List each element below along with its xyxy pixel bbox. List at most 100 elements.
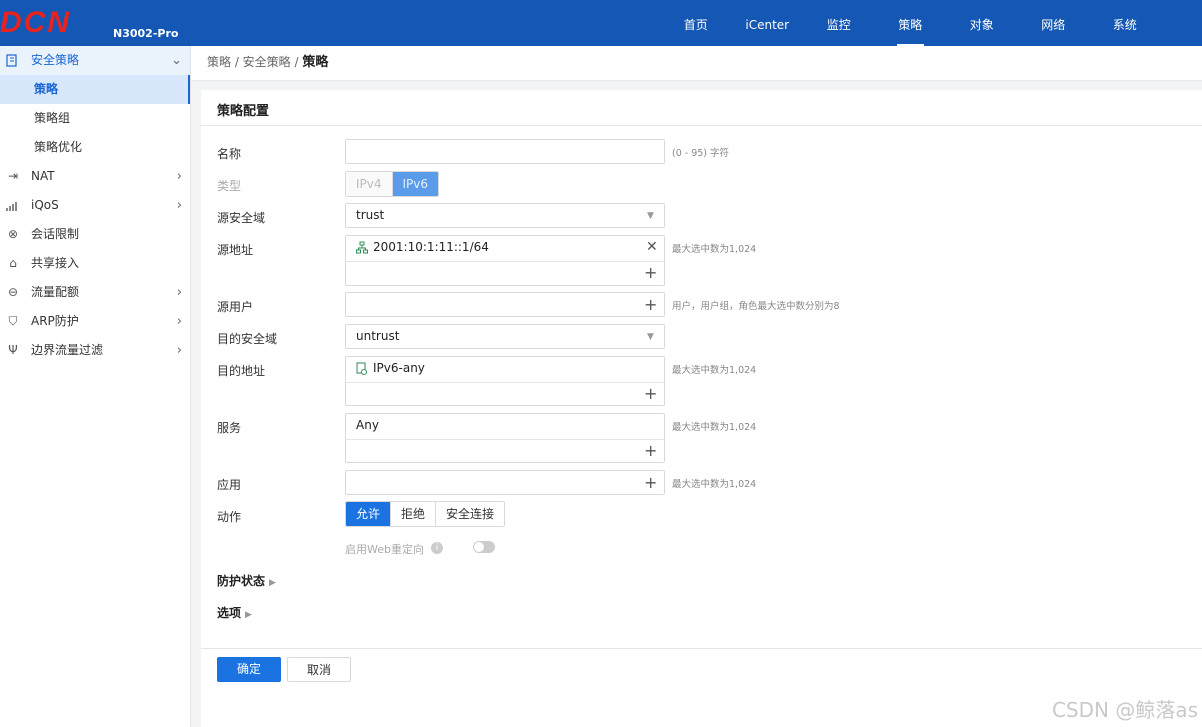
add-icon[interactable]: + [644,265,657,281]
src-user-input[interactable]: + [345,292,665,317]
arp-shield-icon: ⛉ [8,314,18,328]
sidebar-item-nat[interactable]: ⇥ NAT › [0,162,190,191]
chevron-down-icon: ⌄ [171,53,182,68]
protection-status-label: 防护状态 [217,574,266,588]
type-ipv6: IPv6 [392,172,439,196]
service-tag: Any [356,418,379,432]
sidebar-item-label: 流量配额 [31,285,80,299]
session-limit-icon: ⊗ [7,227,19,241]
dst-addr-hint: 最大选中数为1,024 [672,365,757,376]
app-input[interactable]: + [345,470,665,495]
name-hint: (0 - 95) 字符 [672,148,730,159]
caret-down-icon: ▼ [647,332,654,342]
name-input[interactable] [345,139,665,164]
sidebar-sub-policy[interactable]: 策略 [0,75,190,104]
sidebar-item-shared-access[interactable]: ⌂ 共享接入 [0,249,190,278]
device-model: N3002-Pro [113,27,179,40]
top-nav: 首页 iCenter 监控 策略 对象 网络 系统 [660,0,1161,46]
sidebar-item-traffic-quota[interactable]: ⊖ 流量配额 › [0,278,190,307]
src-addr-hint: 最大选中数为1,024 [672,244,757,255]
divider [346,382,664,383]
add-icon[interactable]: + [644,386,657,402]
src-addr-label: 源地址 [217,243,254,257]
panel-title: 策略配置 [217,104,270,119]
sidebar-item-border-filter[interactable]: Ψ 边界流量过滤 › [0,336,190,365]
cancel-button[interactable]: 取消 [287,657,351,682]
top-bar: DCN N3002-Pro 首页 iCenter 监控 策略 对象 网络 系统 [0,0,1202,46]
src-user-label: 源用户 [217,300,254,314]
sidebar-item-label: 会话限制 [31,227,80,241]
network-icon [356,237,368,259]
chevron-right-icon: › [176,343,182,358]
caret-down-icon: ▼ [647,211,654,221]
action-deny[interactable]: 拒绝 [391,502,437,526]
divider [201,125,1202,126]
breadcrumb: 策略 / 安全策略 / 策略 [191,46,1202,81]
sidebar-item-label: ARP防护 [31,314,79,328]
nav-home[interactable]: 首页 [660,0,732,46]
caret-right-icon: ▶ [245,610,252,620]
nav-system[interactable]: 系统 [1089,0,1161,46]
dst-zone-select[interactable]: untrust [345,324,665,349]
caret-right-icon: ▶ [269,578,276,588]
nav-objects[interactable]: 对象 [946,0,1018,46]
nav-icenter[interactable]: iCenter [732,0,804,46]
name-label: 名称 [217,147,242,161]
qos-bars-icon [5,191,21,220]
nav-network[interactable]: 网络 [1018,0,1090,46]
breadcrumb-path: 策略 / 安全策略 / [207,55,303,69]
sidebar-item-arp-protect[interactable]: ⛉ ARP防护 › [0,307,190,336]
options-label: 选项 [217,606,242,620]
sidebar-item-label: 边界流量过滤 [31,343,104,357]
dst-addr-tag: IPv6-any [373,361,425,375]
watermark: CSDN @鲸落as [1051,698,1198,722]
nav-policy[interactable]: 策略 [875,0,947,46]
sidebar-sub-policy-group[interactable]: 策略组 [0,104,190,133]
action-allow[interactable]: 允许 [346,502,392,526]
type-selector: IPv4 IPv6 [345,171,440,197]
sidebar-item-session-limit[interactable]: ⊗ 会话限制 [0,220,190,249]
dst-addr-label: 目的地址 [217,364,266,378]
src-addr-box[interactable]: 2001:10:1:11::1/64 ✕ + [345,235,665,286]
service-label: 服务 [217,421,242,435]
add-icon[interactable]: + [644,297,657,313]
dst-zone-value: untrust [356,329,400,343]
service-hint: 最大选中数为1,024 [672,422,757,433]
dst-zone-label: 目的安全域 [217,332,278,346]
sidebar-item-iqos[interactable]: iQoS › [0,191,190,220]
src-zone-value: trust [356,208,385,222]
divider [346,261,664,262]
protection-status-section[interactable]: 防护状态 ▶ [217,572,276,589]
src-user-hint: 用户，用户组，角色最大选中数分别为8 [672,301,840,312]
remove-icon[interactable]: ✕ [646,236,658,259]
type-ipv4: IPv4 [346,172,393,196]
chevron-right-icon: › [176,169,182,184]
src-zone-label: 源安全域 [217,211,266,225]
action-secure-connect[interactable]: 安全连接 [436,502,504,526]
shield-doc-icon [5,46,21,75]
service-box[interactable]: Any + [345,413,665,463]
options-section[interactable]: 选项 ▶ [217,604,252,621]
type-label: 类型 [217,179,242,193]
brand-logo: DCN [0,6,71,39]
sidebar-sub-policy-optimize[interactable]: 策略优化 [0,133,190,162]
dst-addr-box[interactable]: IPv6-any + [345,356,665,406]
filter-icon: Ψ [8,343,18,357]
sidebar-item-security-policy[interactable]: 安全策略 ⌄ [0,46,190,75]
sidebar-item-label: 安全策略 [31,53,80,67]
src-addr-tag: 2001:10:1:11::1/64 [373,240,489,254]
divider [201,648,1202,649]
quota-icon: ⊖ [7,285,19,299]
add-icon[interactable]: + [644,443,657,459]
web-redirect-toggle[interactable] [473,541,495,553]
policy-config-panel: 策略配置 名称 (0 - 95) 字符 类型 IPv4 IPv6 源安全域 tr… [201,90,1202,727]
ok-button[interactable]: 确定 [217,657,281,682]
nav-monitor[interactable]: 监控 [803,0,875,46]
address-object-icon [356,358,368,380]
shared-access-icon: ⌂ [9,256,17,270]
sidebar-item-label: 共享接入 [31,256,80,270]
nat-icon: ⇥ [7,169,19,183]
src-zone-select[interactable]: trust [345,203,665,228]
add-icon[interactable]: + [644,475,657,491]
app-hint: 最大选中数为1,024 [672,479,757,490]
